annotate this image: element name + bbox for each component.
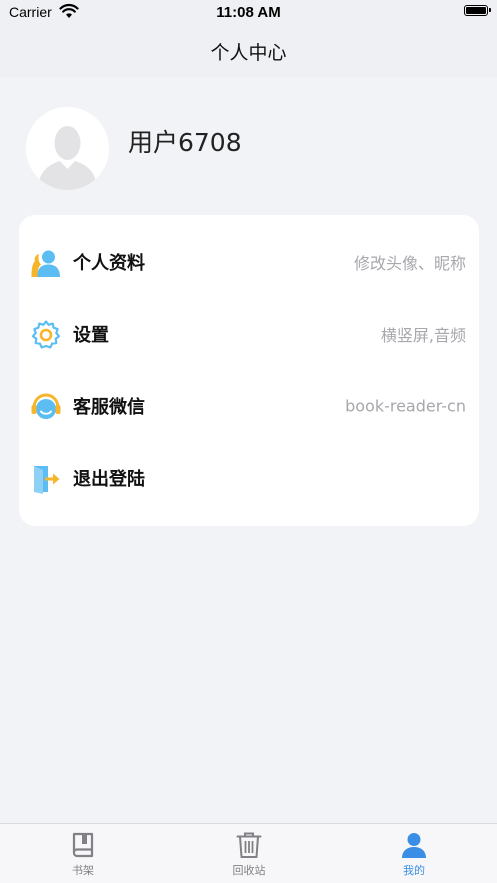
menu-item-label: 设置	[73, 325, 109, 346]
menu-item-detail: book-reader-cn	[345, 396, 466, 416]
user-icon	[402, 833, 426, 858]
clock: 11:08 AM	[216, 4, 281, 21]
tab-recycle-bin[interactable]: 回收站	[166, 824, 332, 883]
tab-bar: 书架 回收站 我的	[0, 823, 497, 883]
tab-label: 我的	[403, 864, 425, 877]
trash-icon	[236, 832, 262, 858]
tab-mine[interactable]: 我的	[331, 824, 497, 883]
tab-label: 书架	[72, 864, 94, 877]
status-bar: Carrier 11:08 AM	[0, 0, 497, 26]
bookshelf-icon	[72, 832, 94, 858]
menu-item-detail: 横竖屏,音频	[380, 326, 466, 345]
customer-service-icon	[31, 393, 61, 419]
profile-icon	[31, 250, 60, 277]
default-user-avatar-icon	[26, 107, 109, 190]
username: 用户6708	[128, 128, 242, 157]
nav-bar: 个人中心	[0, 26, 497, 77]
menu-item-settings[interactable]: 设置 横竖屏,音频	[19, 299, 479, 371]
menu-item-profile[interactable]: 个人资料 修改头像、昵称	[19, 227, 479, 299]
tab-label: 回收站	[232, 864, 266, 877]
settings-gear-icon	[31, 320, 61, 349]
avatar[interactable]	[26, 107, 109, 190]
menu-item-label: 个人资料	[73, 253, 145, 274]
menu-item-logout[interactable]: 退出登陆	[19, 443, 479, 515]
tab-bookshelf[interactable]: 书架	[0, 824, 166, 883]
menu-item-detail: 修改头像、昵称	[353, 254, 466, 273]
menu-item-label: 客服微信	[73, 397, 145, 418]
menu-item-customer-service[interactable]: 客服微信 book-reader-cn	[19, 371, 479, 443]
page-title: 个人中心	[210, 42, 287, 64]
battery-icon	[464, 5, 491, 16]
logout-door-icon	[34, 466, 60, 494]
menu-item-label: 退出登陆	[73, 469, 145, 490]
menu-card: 个人资料 修改头像、昵称 设置 横竖屏,音频 客服微信 book-reader-…	[19, 215, 479, 526]
